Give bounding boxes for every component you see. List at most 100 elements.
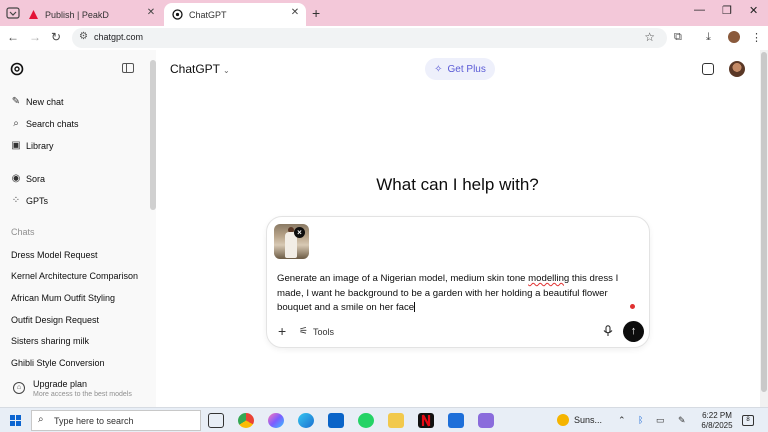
- upgrade-subtitle: More access to the best models: [33, 391, 132, 398]
- openai-logo-icon[interactable]: [10, 62, 24, 76]
- openai-icon: [172, 9, 183, 20]
- windows-start-icon[interactable]: [10, 415, 21, 426]
- tab-chatgpt[interactable]: ChatGPT ✕: [164, 3, 306, 26]
- sidebar-item-gpts[interactable]: ⁘ GPTs: [10, 195, 48, 206]
- prompt-composer[interactable]: Generate an image of a Nigerian model, m…: [266, 216, 650, 348]
- scrollbar-thumb[interactable]: [150, 60, 156, 210]
- sidebar-item-label: Library: [26, 140, 54, 151]
- upgrade-title: Upgrade plan: [33, 379, 88, 389]
- prompt-text-part: Generate an image of a Nigerian model, m…: [277, 273, 529, 284]
- extensions-icon[interactable]: ⧉: [674, 31, 682, 44]
- library-icon: ▣: [11, 140, 21, 151]
- bluetooth-icon[interactable]: ᛒ: [638, 415, 643, 425]
- close-tab-icon[interactable]: ✕: [144, 7, 158, 18]
- copilot-icon[interactable]: [268, 413, 284, 428]
- recording-dot-icon: [630, 304, 635, 309]
- battery-icon[interactable]: ▭: [656, 415, 665, 426]
- taskbar-clock[interactable]: 6:22 PM 6/8/2025: [693, 411, 741, 431]
- page-scrollbar[interactable]: [760, 50, 768, 407]
- netflix-icon[interactable]: [418, 413, 434, 428]
- browser-toolbar: ← → ↻ ⚙ chatgpt.com ☆ ⧉ ⤓ ⋮: [0, 26, 768, 50]
- sidebar-item-label: GPTs: [26, 195, 49, 206]
- edge-icon[interactable]: [298, 413, 314, 428]
- scrollbar-thumb[interactable]: [761, 52, 767, 392]
- model-name: ChatGPT: [170, 62, 221, 76]
- download-icon[interactable]: ⤓: [706, 31, 711, 44]
- restore-button[interactable]: ❐: [722, 4, 732, 17]
- get-plus-label: Get Plus: [447, 63, 486, 75]
- sidebar: ✎ New chat ⌕ Search chats ▣ Library ◉ So…: [0, 50, 150, 407]
- chat-history-item[interactable]: Outfit Design Request: [11, 315, 99, 325]
- chat-history-item[interactable]: Ghibli Style Conversion: [11, 358, 105, 368]
- send-button[interactable]: ↑: [623, 321, 644, 342]
- sidebar-toggle-icon[interactable]: [122, 63, 134, 73]
- sora-icon: ◉: [11, 173, 21, 184]
- remove-attachment-icon[interactable]: ×: [294, 227, 305, 238]
- bookmark-star-icon[interactable]: ☆: [644, 30, 655, 44]
- chat-history-item[interactable]: Sisters sharing milk: [11, 336, 89, 346]
- task-view-icon[interactable]: [208, 413, 224, 428]
- notification-icon[interactable]: 8: [742, 415, 754, 426]
- file-explorer-icon[interactable]: [388, 413, 404, 428]
- pen-icon[interactable]: ✎: [678, 415, 686, 426]
- weather-widget[interactable]: Suns...: [557, 414, 602, 426]
- discord-icon[interactable]: [478, 413, 494, 428]
- chat-history-item[interactable]: African Mum Outfit Styling: [11, 293, 115, 303]
- chat-history-item[interactable]: Kernel Architecture Comparison: [11, 271, 138, 281]
- chevron-down-icon: ⌄: [223, 66, 230, 75]
- sidebar-item-new-chat[interactable]: ✎ New chat: [10, 96, 64, 107]
- chat-history-item[interactable]: Dress Model Request: [11, 250, 98, 260]
- sidebar-item-sora[interactable]: ◉ Sora: [10, 173, 45, 184]
- sidebar-scrollbar[interactable]: [150, 50, 156, 407]
- weather-text: Suns...: [574, 415, 603, 425]
- address-bar[interactable]: ⚙ chatgpt.com ☆: [72, 28, 667, 48]
- get-plus-button[interactable]: ✧ Get Plus: [425, 58, 495, 80]
- microphone-icon[interactable]: [603, 325, 613, 340]
- upgrade-icon: ⌂: [13, 382, 25, 394]
- forward-arrow-icon[interactable]: →: [27, 30, 43, 44]
- store-icon[interactable]: [448, 413, 464, 428]
- prompt-textarea[interactable]: Generate an image of a Nigerian model, m…: [277, 272, 627, 316]
- page-title: What can I help with?: [376, 175, 539, 194]
- avatar[interactable]: [729, 61, 745, 77]
- clock-time: 6:22 PM: [702, 411, 732, 420]
- misspelled-word: modelling: [528, 273, 570, 284]
- back-arrow-icon[interactable]: ←: [5, 30, 21, 44]
- taskbar: ⌕ Type here to search Suns... ⌃ ᛒ ▭ ✎ 6:…: [0, 407, 768, 432]
- upgrade-plan-button[interactable]: ⌂ Upgrade plan More access to the best m…: [10, 376, 146, 404]
- sparkle-icon: ✧: [434, 63, 443, 75]
- close-tab-icon[interactable]: ✕: [288, 7, 302, 18]
- peakd-icon: [28, 9, 39, 20]
- taskbar-search-input[interactable]: ⌕ Type here to search: [31, 410, 201, 431]
- reload-icon[interactable]: ↻: [48, 30, 64, 44]
- new-tab-button[interactable]: +: [312, 5, 320, 21]
- clock-date: 6/8/2025: [701, 421, 733, 430]
- grid-icon: ⁘: [11, 195, 21, 206]
- edit-icon: ✎: [11, 96, 21, 107]
- tab-search-icon[interactable]: [6, 6, 20, 20]
- add-attachment-icon[interactable]: +: [278, 323, 286, 339]
- menu-kebab-icon[interactable]: ⋮: [751, 31, 762, 44]
- outlook-icon[interactable]: [328, 413, 344, 428]
- sun-icon: [557, 414, 569, 426]
- temporary-chat-icon[interactable]: [702, 63, 714, 75]
- model-selector[interactable]: ChatGPT ⌄: [170, 62, 230, 76]
- close-window-button[interactable]: ✕: [749, 4, 758, 17]
- tab-label: Publish | PeakD: [45, 9, 109, 20]
- site-info-icon[interactable]: ⚙: [79, 31, 88, 42]
- sidebar-item-search-chats[interactable]: ⌕ Search chats: [10, 118, 79, 129]
- sliders-icon: ⚟: [299, 326, 308, 337]
- chrome-icon[interactable]: [238, 413, 254, 428]
- search-icon: ⌕: [13, 118, 19, 129]
- tab-publish-peakd[interactable]: Publish | PeakD ✕: [24, 3, 162, 26]
- minimize-button[interactable]: —: [694, 4, 705, 16]
- sidebar-item-library[interactable]: ▣ Library: [10, 140, 54, 151]
- search-icon: ⌕: [38, 414, 44, 425]
- profile-avatar[interactable]: [728, 31, 740, 43]
- tools-button[interactable]: ⚟ Tools: [299, 326, 334, 337]
- whatsapp-icon[interactable]: [358, 413, 374, 428]
- chevron-up-icon[interactable]: ⌃: [618, 415, 626, 426]
- sidebar-item-label: Search chats: [26, 118, 79, 129]
- chats-section-header: Chats: [11, 227, 35, 237]
- taskbar-search-placeholder: Type here to search: [54, 415, 134, 426]
